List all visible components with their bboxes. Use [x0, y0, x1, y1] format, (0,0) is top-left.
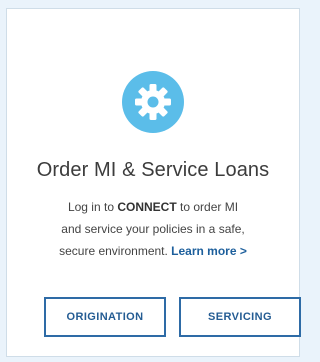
- description-text: and service your policies in a safe,: [61, 222, 245, 236]
- order-mi-card: Order MI & Service Loans Log in to CONNE…: [6, 8, 301, 357]
- servicing-button[interactable]: SERVICING: [179, 297, 301, 337]
- gear-icon-glyph: [135, 84, 171, 120]
- origination-button[interactable]: ORIGINATION: [44, 297, 166, 337]
- card-description: Log in to CONNECT to order MI and servic…: [21, 196, 285, 262]
- connect-brand: CONNECT: [117, 200, 177, 214]
- description-text: secure environment.: [59, 244, 172, 258]
- learn-more-link[interactable]: Learn more >: [171, 244, 247, 258]
- gear-icon: [122, 71, 184, 133]
- description-text: to order MI: [176, 200, 239, 214]
- card-title: Order MI & Service Loans: [36, 159, 270, 181]
- description-text: Log in to: [67, 200, 118, 214]
